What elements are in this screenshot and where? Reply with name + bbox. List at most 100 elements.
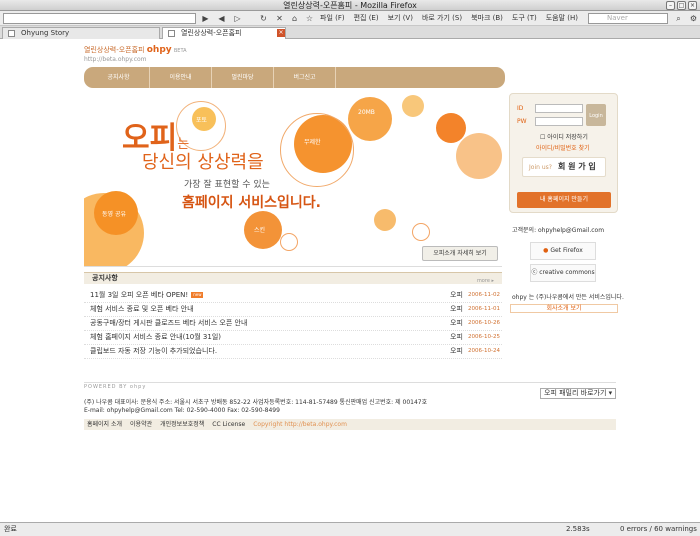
footer-link-terms[interactable]: 이용약관 [130, 419, 152, 430]
support-email: 고객문의: ohpyhelp@Gmail.com [512, 227, 605, 234]
menu-edit[interactable]: 편집 (E) [354, 12, 379, 25]
notice-date: 2006-11-02 [468, 292, 500, 298]
maximize-button[interactable]: □ [677, 1, 686, 10]
nav-bug-report[interactable]: 버그신고 [274, 67, 336, 88]
minimize-button[interactable]: – [666, 1, 675, 10]
cc-label: creative commons [539, 269, 595, 276]
nav-guide[interactable]: 이용안내 [150, 67, 212, 88]
error-count[interactable]: 0 errors / 60 warnings [620, 523, 697, 536]
save-id-checkbox[interactable]: ☐ 아이디 저장하기 [540, 132, 588, 141]
tab-label: Ohyung Story [21, 29, 70, 37]
hero-line3: 가장 잘 표현할 수 있는 [184, 180, 270, 190]
tab-ohpy[interactable]: 열린상상력-오픈홈피 [162, 27, 286, 39]
stop-icon[interactable]: ✕ [274, 13, 285, 24]
home-icon[interactable]: ⌂ [289, 13, 300, 24]
notice-item-title[interactable]: 체험 서비스 종료 및 오픈 베타 안내 [90, 305, 194, 313]
reload-icon[interactable]: ↻ [258, 13, 269, 24]
page-icon [168, 30, 175, 37]
nav-forum[interactable]: 멀린마당 [212, 67, 274, 88]
notice-row[interactable]: 11월 3일 오피 오픈 베타 OPEN! new 오피 2006-11-02 [84, 289, 502, 303]
beta-badge: BETA [173, 48, 187, 54]
notice-row[interactable]: 체험 홈페이지 서비스 종료 안내(10월 31일) 오피 2006-10-25 [84, 331, 502, 345]
menu-help[interactable]: 도움말 (H) [546, 12, 578, 25]
notice-author: 오피 [450, 291, 463, 299]
notice-row[interactable]: 체험 서비스 종료 및 오픈 베타 안내 오피 2006-11-01 [84, 303, 502, 317]
bookmark-icon[interactable]: ☆ [304, 13, 315, 24]
contact-info: E-mail: ohpyhelp@Gmail.com Tel: 02-590-4… [84, 407, 280, 414]
password-input[interactable] [535, 117, 583, 126]
notice-author: 오피 [450, 333, 463, 341]
tab-label: 열린상상력-오픈홈피 [181, 29, 242, 37]
status-bar: 완료 2.583s 0 errors / 60 warnings [0, 522, 700, 536]
notice-date: 2006-10-25 [468, 334, 500, 340]
gear-icon[interactable]: ⚙ [688, 13, 699, 24]
nav-notice[interactable]: 공지사항 [88, 67, 150, 88]
intro-more-button[interactable]: 오피소개 자세히 보기 [422, 246, 498, 261]
find-account-link[interactable]: 아이디/비밀번호 찾기 [536, 143, 590, 152]
footer-link-cc[interactable]: CC License [212, 419, 245, 430]
status-text: 완료 [4, 525, 17, 533]
site-logo[interactable]: 열린상상력-오픈홈피 ohpy BETA [84, 45, 187, 55]
window-controls: – □ × [666, 1, 697, 10]
site-url: http://beta.ohpy.com [84, 56, 147, 63]
notice-item-title[interactable]: 체험 홈페이지 서비스 종료 안내(10월 31일) [90, 333, 221, 341]
make-homepage-button[interactable]: 내 홈페이지 만들기 [517, 192, 611, 208]
login-button[interactable]: Login [586, 104, 606, 126]
close-tab-icon[interactable]: × [277, 29, 285, 37]
creative-commons-badge[interactable]: ⓒ creative commons [530, 264, 596, 282]
ohpy-note: ohpy 는 (주)나우콤에서 만든 서비스입니다. [512, 294, 624, 301]
search-input[interactable]: Naver [588, 13, 668, 24]
notice-item-title[interactable]: 공동구매/장터 게시판 클로즈드 베타 서비스 오픈 안내 [90, 319, 247, 327]
menu-tools[interactable]: 도구 (T) [512, 12, 537, 25]
chevron-down-icon: ▾ [608, 389, 613, 397]
decor-circle [412, 223, 430, 241]
circle-label-skin: 스킨 [254, 227, 266, 234]
go-icon[interactable]: ▶ [200, 13, 211, 24]
join-button[interactable]: Join us? 회 원 가 입 [522, 157, 606, 177]
company-intro-button[interactable]: 회사소개 보기 [510, 304, 618, 313]
menu-view[interactable]: 보기 (V) [388, 12, 413, 25]
tab-ohyung-story[interactable]: Ohyung Story [2, 27, 160, 39]
logo-text: 열린상상력-오픈홈피 [84, 46, 145, 54]
decor-circle [374, 209, 396, 231]
window-titlebar: 열린상상력-오픈홈피 - Mozilla Firefox [0, 0, 700, 11]
family-site-select[interactable]: 오피 패밀리 바로가기 ▾ [540, 388, 616, 399]
powered-by: POWERED BY ohpy [84, 384, 147, 390]
brand: ohpy [146, 45, 172, 55]
footer-link-privacy[interactable]: 개인정보보호정책 [160, 419, 204, 430]
hero-line2: 당신의 상상력을 [142, 152, 264, 173]
notice-author: 오피 [450, 347, 463, 355]
pw-label: PW [517, 118, 527, 125]
notice-date: 2006-10-26 [468, 320, 500, 326]
circle-label-20mb: 20MB [358, 109, 375, 116]
company-info: (주) 나우콤 대표이사: 문용식 주소: 서울시 서초구 방배동 852-22… [84, 399, 428, 406]
get-firefox-badge[interactable]: ● Get Firefox [530, 242, 596, 260]
notice-item-title[interactable]: 11월 3일 오피 오픈 베타 OPEN! [90, 291, 188, 299]
menu-go[interactable]: 바로 가기 (S) [422, 12, 462, 25]
main-nav: 공지사항 이용안내 멀린마당 버그신고 [84, 67, 505, 88]
menu-items: 파일 (F) 편집 (E) 보기 (V) 바로 가기 (S) 북마크 (B) 도… [320, 12, 578, 25]
forward-icon[interactable]: ▷ [232, 13, 243, 24]
id-input[interactable] [535, 104, 583, 113]
close-window-button[interactable]: × [688, 1, 697, 10]
notice-row[interactable]: 클립보드 자동 저장 기능이 추가되었습니다. 오피 2006-10-24 [84, 345, 502, 359]
family-select-value: 오피 패밀리 바로가기 [544, 389, 607, 397]
url-bar[interactable] [3, 13, 196, 24]
decor-circle [280, 233, 298, 251]
notice-row[interactable]: 공동구매/장터 게시판 클로즈드 베타 서비스 오픈 안내 오피 2006-10-2… [84, 317, 502, 331]
back-icon[interactable]: ◀ [216, 13, 227, 24]
decor-circle [456, 133, 502, 179]
search-go-icon[interactable]: ⌕ [673, 13, 684, 24]
menu-file[interactable]: 파일 (F) [320, 12, 345, 25]
footer-link-intro[interactable]: 홈페이지 소개 [87, 419, 122, 430]
decor-circle [348, 97, 392, 141]
decor-circle [402, 95, 424, 117]
menu-bookmarks[interactable]: 북마크 (B) [471, 12, 503, 25]
circle-label-video: 동영 공유 [102, 211, 126, 218]
login-panel: ID PW Login ☐ 아이디 저장하기 아이디/비밀번호 찾기 Join … [509, 93, 618, 213]
firefox-label: Get Firefox [550, 247, 583, 254]
footer-copyright: Copyright http://beta.ohpy.com [253, 421, 347, 428]
notice-date: 2006-10-24 [468, 348, 500, 354]
notice-more-link[interactable]: more ▸ [477, 276, 494, 287]
notice-item-title[interactable]: 클립보드 자동 저장 기능이 추가되었습니다. [90, 347, 217, 355]
